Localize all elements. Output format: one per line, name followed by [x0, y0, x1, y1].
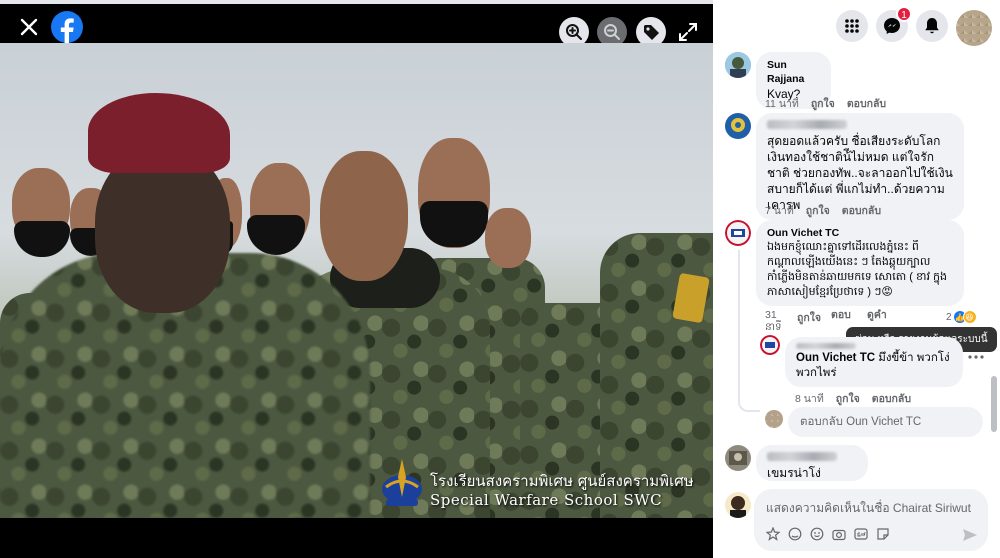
commenter-avatar[interactable]: [725, 220, 751, 246]
top-edge: [0, 0, 713, 4]
reply-button[interactable]: ตอบกลับ: [847, 95, 886, 112]
comment-text: Oun Vichet TC มึงขี้ข้า พวกโง่ พวกไพร่: [796, 351, 952, 381]
comment-composer[interactable]: แสดงความคิดเห็นในชื่อ Chairat Siriwut: [754, 489, 988, 551]
commenter-name-blurred[interactable]: [767, 451, 857, 465]
facebook-logo[interactable]: [51, 11, 83, 43]
comments-panel: 1 Sun Rajjana Kvay? 11 นาที ถูกใจ ตอบกลั…: [713, 0, 1000, 558]
notifications-bell-icon[interactable]: [916, 10, 948, 42]
close-icon[interactable]: [14, 12, 44, 42]
avatar-icon[interactable]: [788, 527, 802, 541]
soldier-head: [485, 208, 531, 268]
commenter-avatar[interactable]: [725, 445, 751, 471]
caption-english: Special Warfare School SWC: [430, 491, 663, 509]
reply-button[interactable]: ตอบกลับ: [831, 309, 857, 321]
current-user-avatar: [725, 492, 751, 518]
comment-time: 11 นาที: [765, 98, 799, 110]
send-icon[interactable]: [962, 527, 978, 543]
reply-input[interactable]: ตอบกลับ Oun Vichet TC: [788, 407, 983, 437]
expand-icon[interactable]: [676, 20, 700, 44]
comment-time: 31 នាទី: [765, 309, 782, 333]
blurred-header: [796, 343, 856, 349]
commenter-name[interactable]: Sun Rajjana: [767, 58, 820, 86]
thread-connector: [738, 250, 760, 412]
commenter-avatar[interactable]: [760, 335, 780, 355]
comment-text: เขมรน่าโง่: [767, 466, 821, 480]
like-button[interactable]: ถูกใจ: [836, 390, 860, 407]
comment-actions: 11 นาที ถูกใจ ตอบกลับ: [765, 95, 886, 112]
avatar-sticker-icon[interactable]: [766, 527, 780, 541]
scrollbar[interactable]: [991, 376, 997, 432]
sticker-icon[interactable]: [876, 527, 890, 541]
comment-actions: 7 นาที ถูกใจ ตอบกลับ: [765, 202, 881, 219]
photo-watermark: โรงเรียนสงครามพิเศษ ศูนย์สงครามพิเศษ Spe…: [380, 455, 694, 517]
red-beret: [88, 93, 230, 173]
see-translation-link[interactable]: ดูคำแปล: [867, 309, 897, 321]
camera-icon[interactable]: [832, 527, 846, 541]
comment-text: สุดยอดแล้วครับ ชื่อเสียงระดับโลก เงินทอง…: [767, 134, 953, 212]
menu-grid-icon[interactable]: [836, 10, 868, 42]
comment-bubble: เขมรน่าโง่: [756, 445, 868, 481]
commenter-name-blurred[interactable]: [767, 119, 953, 133]
like-button[interactable]: ถูกใจ: [797, 309, 821, 333]
emoji-icon[interactable]: [810, 527, 824, 541]
caption-thai: โรงเรียนสงครามพิเศษ ศูนย์สงครามพิเศษ: [430, 472, 694, 490]
composer-toolbar: [766, 527, 890, 541]
comment-bubble: Oun Vichet TC มึงขี้ข้า พวกโง่ พวกไพร่: [785, 337, 963, 387]
reaction-summary[interactable]: 2 👍 😆: [946, 310, 977, 324]
more-options-icon[interactable]: [968, 355, 984, 359]
face-mask: [420, 201, 488, 247]
haha-reaction-icon: 😆: [962, 310, 977, 324]
like-button[interactable]: ถูกใจ: [806, 202, 830, 219]
comment-actions: 8 นาที ถูกใจ ตอบกลับ: [795, 390, 911, 407]
reply-button[interactable]: ตอบกลับ: [842, 202, 881, 219]
face-mask: [247, 215, 305, 255]
commenter-avatar[interactable]: [725, 113, 751, 139]
current-user-avatar: [765, 410, 783, 428]
account-avatar[interactable]: [956, 10, 992, 46]
composer-input[interactable]: แสดงความคิดเห็นในชื่อ Chairat Siriwut: [766, 499, 971, 518]
comment-bubble: Oun Vichet TC ឯងមកខ្ញុំឈោះគ្នាទៅដើរលេងភ្…: [756, 220, 964, 306]
commenter-avatar[interactable]: [725, 52, 751, 78]
mentioned-user[interactable]: Oun Vichet TC: [796, 352, 875, 364]
reply-button[interactable]: ตอบกลับ: [872, 390, 911, 407]
post-photo: โรงเรียนสงครามพิเศษ ศูนย์สงครามพิเศษ Spe…: [0, 43, 713, 518]
comment-text: ឯងមកខ្ញុំឈោះគ្នាទៅដើរលេងភ្នំនេះ ពីកណ្ដាល…: [767, 241, 947, 298]
soldier-head-center: [320, 151, 408, 281]
header-icons: 1: [836, 6, 992, 46]
comment-time: 7 นาที: [765, 205, 794, 217]
photo-viewer: โรงเรียนสงครามพิเศษ ศูนย์สงครามพิเศษ Spe…: [0, 0, 713, 558]
gif-icon[interactable]: [854, 527, 868, 541]
face-mask: [14, 221, 70, 257]
reaction-count: 2: [946, 311, 952, 323]
school-emblem-logo: [380, 457, 424, 509]
like-button[interactable]: ถูกใจ: [811, 95, 835, 112]
messenger-badge: 1: [896, 6, 912, 22]
commenter-name[interactable]: Oun Vichet TC: [767, 226, 953, 240]
messenger-icon[interactable]: 1: [876, 6, 912, 42]
comment-time: 8 นาที: [795, 393, 824, 405]
